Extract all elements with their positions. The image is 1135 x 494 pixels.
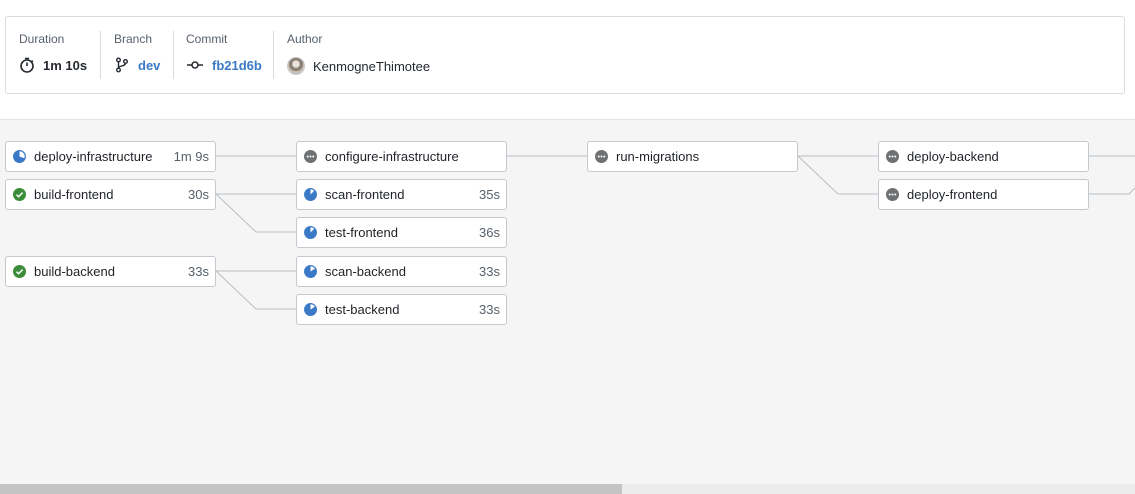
check-circle-icon [13, 265, 26, 278]
check-circle-icon [13, 188, 26, 201]
run-summary: Duration 1m 10s Branch dev Commit fb21d6… [5, 16, 1125, 94]
job-duration: 30s [188, 187, 209, 202]
pending-dots-icon [595, 150, 608, 163]
job-test-frontend[interactable]: test-frontend 36s [296, 217, 507, 248]
divider [100, 31, 101, 79]
duration-value-row: 1m 10s [19, 57, 87, 73]
job-name: deploy-frontend [907, 187, 998, 202]
pending-dots-icon [886, 150, 899, 163]
author-label: Author [287, 32, 323, 46]
job-name: configure-infrastructure [325, 149, 459, 164]
progress-pie-icon [304, 226, 317, 239]
job-duration: 1m 9s [173, 149, 209, 164]
job-test-backend[interactable]: test-backend 33s [296, 294, 507, 325]
job-build-frontend[interactable]: build-frontend 30s [5, 179, 216, 210]
job-scan-frontend[interactable]: scan-frontend 35s [296, 179, 507, 210]
branch-link[interactable]: dev [138, 58, 160, 73]
divider [273, 31, 274, 79]
job-name: test-backend [325, 302, 400, 317]
job-name: deploy-backend [907, 149, 999, 164]
job-name: build-backend [34, 264, 115, 279]
progress-pie-icon [304, 188, 317, 201]
progress-pie-icon [304, 265, 317, 278]
job-run-migrations[interactable]: run-migrations [587, 141, 798, 172]
job-duration: 33s [479, 264, 500, 279]
commit-value-row: fb21d6b [186, 57, 262, 73]
job-deploy-infrastructure[interactable]: deploy-infrastructure 1m 9s [5, 141, 216, 172]
commit-label: Commit [186, 32, 228, 46]
job-name: scan-backend [325, 264, 406, 279]
author-value-row: KenmogneThimotee [287, 57, 430, 75]
job-scan-backend[interactable]: scan-backend 33s [296, 256, 507, 287]
branch-label: Branch [114, 32, 153, 46]
job-deploy-backend[interactable]: deploy-backend [878, 141, 1089, 172]
pending-dots-icon [886, 188, 899, 201]
progress-pie-icon [13, 150, 26, 163]
pending-dots-icon [304, 150, 317, 163]
author-avatar[interactable] [287, 57, 305, 75]
branch-icon [116, 57, 128, 73]
stopwatch-icon [20, 57, 34, 73]
job-name: scan-frontend [325, 187, 405, 202]
job-duration: 35s [479, 187, 500, 202]
job-deploy-frontend[interactable]: deploy-frontend [878, 179, 1089, 210]
duration-value: 1m 10s [43, 57, 88, 73]
job-duration: 36s [479, 225, 500, 240]
job-name: deploy-infrastructure [34, 149, 153, 164]
author-name[interactable]: KenmogneThimotee [313, 59, 430, 74]
job-name: run-migrations [616, 149, 700, 164]
job-name: build-frontend [34, 187, 114, 202]
divider [173, 31, 174, 79]
job-configure-infrastructure[interactable]: configure-infrastructure [296, 141, 507, 172]
job-duration: 33s [479, 302, 500, 317]
commit-link[interactable]: fb21d6b [212, 58, 262, 73]
duration-label: Duration [19, 32, 65, 46]
dependency-lines [215, 155, 1135, 310]
job-build-backend[interactable]: build-backend 33s [5, 256, 216, 287]
progress-pie-icon [304, 303, 317, 316]
branch-value-row: dev [114, 57, 160, 73]
commit-icon [187, 61, 203, 69]
job-name: test-frontend [325, 225, 398, 240]
job-duration: 33s [188, 264, 209, 279]
pipeline-graph: deploy-infrastructure 1m 9s build-fronte… [0, 119, 1135, 494]
